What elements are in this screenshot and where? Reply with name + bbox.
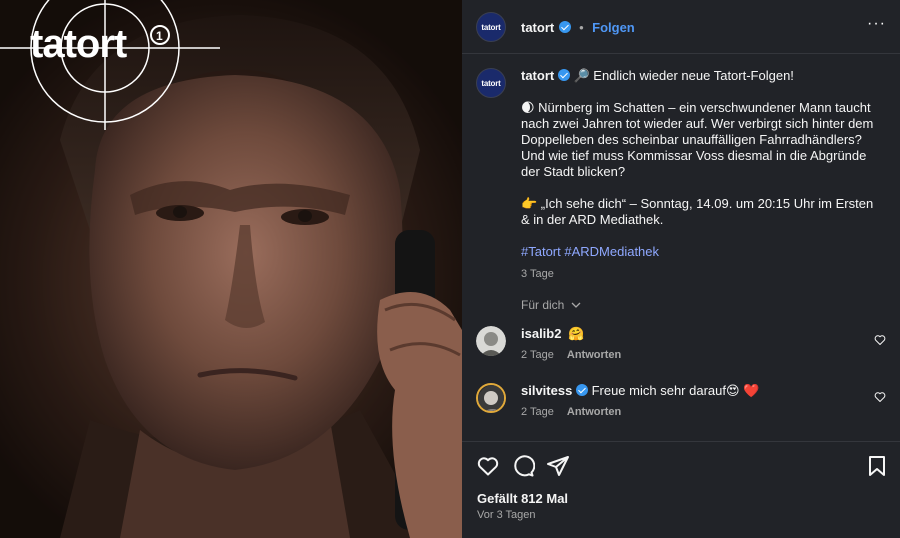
post-media[interactable]: 1 tatort [0, 0, 462, 538]
caption-hashtags[interactable]: #Tatort #ARDMediathek [521, 244, 881, 260]
like-count[interactable]: Gefällt 812 Mal [477, 491, 568, 506]
post-actions: Gefällt 812 Mal Vor 3 Tagen [462, 441, 900, 538]
caption-paragraph-2: 🌒 Nürnberg im Schatten – ein verschwunde… [521, 100, 874, 179]
man-on-phone-photo: 1 [0, 0, 462, 538]
comment-body: isalib2 🤗 [521, 326, 584, 342]
comment-text: Freue mich sehr darauf😍 ❤️ [591, 383, 760, 398]
reply-button[interactable]: Antworten [567, 349, 621, 361]
caption-username[interactable]: tatort [521, 68, 554, 83]
comment-body: silvitess Freue mich sehr darauf😍 ❤️ [521, 383, 759, 399]
reply-button[interactable]: Antworten [567, 406, 621, 418]
comment-filter-dropdown[interactable]: Für dich [521, 298, 581, 312]
comment-meta: 2 Tage Antworten [521, 406, 621, 418]
verified-icon [558, 21, 571, 33]
post-caption: tatort 🔎 Endlich wieder neue Tatort-Folg… [521, 68, 881, 282]
svg-text:1: 1 [156, 29, 163, 43]
comment-icon[interactable] [511, 454, 535, 478]
comment-text: 🤗 [568, 326, 585, 341]
avatar[interactable]: tatort [476, 12, 506, 42]
comment-item: isalib2 🤗 2 Tage Antworten [476, 326, 886, 366]
caption-paragraph-3: 👉 „Ich sehe dich“ – Sonntag, 14.09. um 2… [521, 196, 874, 227]
post-side-panel: tatort tatort • Folgen ··· tatort tatort… [462, 0, 900, 538]
caption-line1: 🔎 Endlich wieder neue Tatort-Folgen! [573, 68, 794, 83]
comment-like-icon[interactable] [874, 334, 886, 346]
post-header: tatort tatort • Folgen ··· [462, 0, 900, 54]
like-icon[interactable] [476, 454, 500, 478]
post-date: Vor 3 Tagen [477, 509, 536, 521]
comment-filter-label: Für dich [521, 298, 565, 312]
comment-username[interactable]: isalib2 [521, 326, 561, 341]
separator-dot: • [579, 20, 584, 35]
comment-avatar[interactable] [476, 383, 506, 413]
comment-like-icon[interactable] [874, 391, 886, 403]
comment-time: 2 Tage [521, 349, 554, 361]
comment-item: silvitess Freue mich sehr darauf😍 ❤️ 2 T… [476, 383, 886, 423]
save-icon[interactable] [866, 454, 888, 478]
caption-time: 3 Tage [521, 268, 554, 280]
comment-avatar[interactable] [476, 326, 506, 356]
verified-icon [575, 384, 588, 396]
header-username[interactable]: tatort [521, 20, 554, 35]
caption-avatar[interactable]: tatort [476, 68, 506, 98]
share-icon[interactable] [546, 454, 570, 478]
verified-icon [557, 69, 570, 81]
tatort-logo: tatort [30, 22, 127, 66]
more-icon[interactable]: ··· [867, 15, 886, 33]
comment-username[interactable]: silvitess [521, 383, 572, 398]
follow-button[interactable]: Folgen [592, 20, 635, 35]
comment-time: 2 Tage [521, 406, 554, 418]
comment-meta: 2 Tage Antworten [521, 349, 621, 361]
header-user-line: tatort • Folgen [521, 19, 635, 37]
chevron-down-icon [571, 302, 581, 308]
